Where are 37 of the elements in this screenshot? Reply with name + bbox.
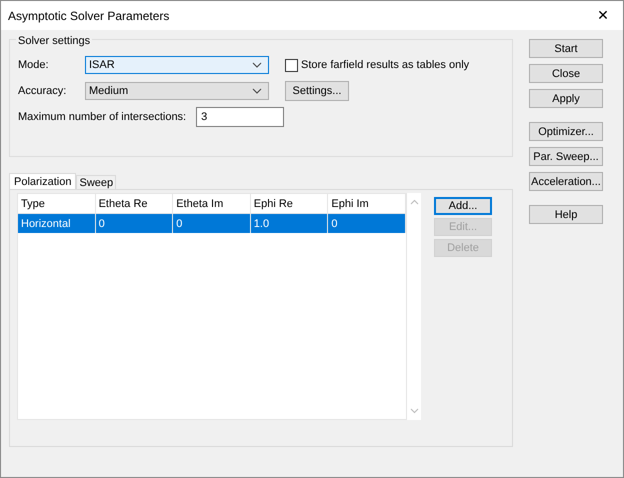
table-cell: 0 [328,214,406,233]
dialog-button[interactable]: Help [529,205,603,224]
window-title: Asymptotic Solver Parameters [8,8,170,22]
table-row[interactable]: Horizontal 0 0 1.0 0 [18,214,406,233]
dialog-button[interactable]: Optimizer... [529,122,603,141]
dialog-button[interactable]: Close [529,64,603,83]
table-action-button[interactable]: Add... [434,197,492,215]
chevron-down-icon [252,88,262,94]
field-label: Mode: [18,59,50,71]
table-cell: 0 [96,214,174,233]
intersections-input[interactable]: 3 [196,107,284,127]
accuracy-dropdown[interactable]: Medium [85,82,269,100]
chevron-down-icon [252,62,262,68]
column-header[interactable]: Ephi Im [328,194,406,213]
settings-button[interactable]: Settings... [285,81,349,101]
column-header[interactable]: Ephi Re [250,194,328,213]
store-farfield-checkbox[interactable]: Store farfield results as tables only [285,58,470,72]
tab[interactable]: Sweep [76,175,116,189]
checkbox[interactable] [285,58,298,72]
table-cell: 0 [173,214,251,233]
tab[interactable]: Polarization [9,173,76,189]
group-title: Solver settings [16,35,92,47]
column-header[interactable]: Type [18,194,96,213]
table-cell: Horizontal [18,214,96,233]
field-label: Accuracy: [18,85,68,97]
scroll-up-icon[interactable] [410,199,418,205]
scroll-down-icon[interactable] [410,408,418,414]
close-button[interactable]: ✕ [583,1,623,30]
mode-dropdown[interactable]: ISAR [85,56,269,74]
dialog-button[interactable]: Par. Sweep... [529,147,603,166]
column-header[interactable]: Etheta Re [96,194,174,213]
table-cell: 1.0 [250,214,328,233]
field-label: Maximum number of intersections: [18,111,186,123]
dialog-button[interactable]: Apply [529,89,603,108]
column-header[interactable]: Etheta Im [173,194,251,213]
dialog-button[interactable]: Start [529,39,603,58]
dialog-button[interactable]: Acceleration... [529,172,603,191]
